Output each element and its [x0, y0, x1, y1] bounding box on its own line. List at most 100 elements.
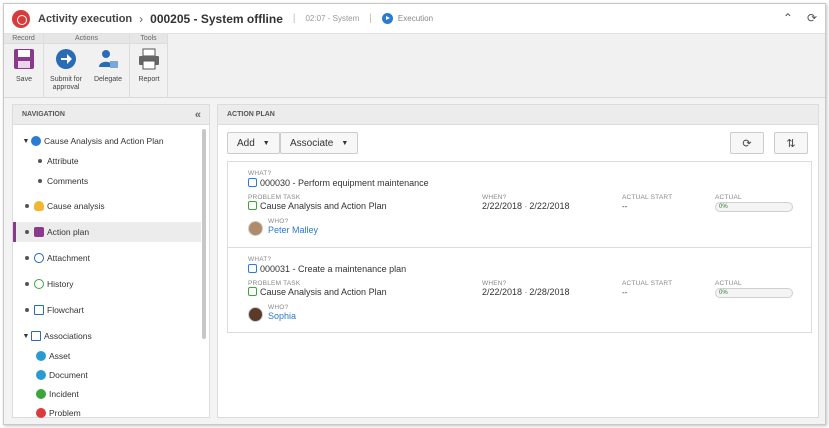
status-label: Execution [397, 14, 434, 23]
plan-what[interactable]: 000030 - Perform equipment maintenance [248, 178, 429, 188]
nav-item-action-plan[interactable]: Action plan [13, 222, 201, 242]
actual-start-label: ACTUAL START [622, 194, 673, 201]
nav-item-attribute[interactable]: Attribute [13, 151, 201, 171]
divider: | [292, 13, 296, 24]
nav-item-cause-analysis[interactable]: Cause analysis [13, 196, 201, 216]
chevron-down-icon: ▼ [341, 139, 349, 147]
ribbon-group-record: Record Save [4, 34, 44, 98]
date-separator: - [524, 290, 527, 297]
task-icon [248, 287, 257, 296]
delegate-button[interactable]: Delegate [88, 48, 128, 84]
plan-when: 2/22/2018 - 2/22/2018 [482, 201, 569, 211]
nav-item-cause-analysis-and-action-plan[interactable]: ▼ Cause Analysis and Action Plan [13, 131, 201, 151]
refresh-icon[interactable]: ⟳ [807, 11, 817, 25]
action-plan-header: ACTION PLAN [218, 105, 818, 125]
ribbon-group-actions: Actions Submit for approval Delegate [44, 34, 130, 98]
plan-problem-task-text: Cause Analysis and Action Plan [260, 201, 387, 211]
sort-button[interactable]: ⇅ [774, 132, 808, 154]
associate-button[interactable]: Associate ▼ [280, 132, 359, 154]
plan-actual-start: -- [622, 202, 628, 211]
plan-what[interactable]: 000031 - Create a maintenance plan [248, 264, 406, 274]
nav-item-asset[interactable]: Asset [13, 346, 201, 366]
plan-problem-task[interactable]: Cause Analysis and Action Plan [248, 201, 387, 211]
when-end: 2/28/2018 [529, 287, 570, 297]
actual-label: ACTUAL [715, 194, 742, 201]
nav-item-label: Incident [49, 389, 79, 399]
plan-who[interactable]: Peter Malley [268, 225, 318, 235]
associations-icon [31, 331, 41, 341]
ribbon-group-label: Record [4, 34, 43, 44]
action-plan-card[interactable]: WHAT? 000031 - Create a maintenance plan… [228, 247, 811, 332]
plan-type-icon [248, 178, 257, 187]
app-name: Activity execution [38, 12, 133, 25]
add-label: Add [237, 137, 255, 149]
avatar [248, 307, 263, 322]
bullet-icon [25, 230, 29, 234]
plan-type-icon [248, 264, 257, 273]
ribbon-group-label: Actions [44, 34, 129, 44]
collapse-left-icon[interactable]: « [195, 105, 201, 125]
expand-caret-icon[interactable]: ▼ [21, 333, 31, 340]
when-start: 2/22/2018 [482, 287, 523, 297]
collapse-up-icon[interactable]: ⌃ [783, 11, 793, 25]
action-plan-title: ACTION PLAN [227, 111, 275, 118]
app-window: Activity execution › 000205 - System off… [3, 3, 826, 425]
navigation-panel: NAVIGATION « ▼ Cause Analysis and Action… [12, 104, 210, 418]
expand-caret-icon[interactable]: ▼ [21, 138, 31, 145]
incident-icon [36, 389, 46, 399]
navigation-title: NAVIGATION [22, 111, 65, 118]
add-button[interactable]: Add ▼ [227, 132, 280, 154]
bullet-icon [25, 204, 29, 208]
nav-item-comments[interactable]: Comments [13, 171, 201, 191]
paperclip-icon [31, 250, 47, 266]
when-end: 2/22/2018 [529, 201, 570, 211]
date-separator: - [524, 204, 527, 211]
window-actions: ⌃ ⟳ [783, 11, 817, 25]
submit-label-line2: approval [52, 84, 80, 91]
bullet-icon [25, 282, 29, 286]
when-label: WHEN? [482, 280, 507, 287]
ribbon-toolbar: Record Save Actions Submit for approval [4, 34, 825, 98]
nav-item-associations[interactable]: ▼ Associations [13, 326, 201, 346]
nav-item-label: Flowchart [47, 305, 84, 315]
nav-item-attachment[interactable]: Attachment [13, 248, 201, 268]
lightbulb-icon [34, 201, 44, 211]
action-plan-list: WHAT? 000030 - Perform equipment mainten… [227, 161, 812, 333]
problem-task-label: PROBLEM TASK [248, 280, 301, 287]
app-logo-icon [12, 9, 30, 28]
plan-problem-task-text: Cause Analysis and Action Plan [260, 287, 387, 297]
plan-problem-task[interactable]: Cause Analysis and Action Plan [248, 287, 387, 297]
submit-for-approval-button[interactable]: Submit for approval [46, 48, 86, 92]
what-label: WHAT? [248, 170, 272, 177]
nav-item-incident[interactable]: Incident [13, 384, 201, 404]
history-clock-icon [34, 279, 44, 289]
avatar [248, 221, 263, 236]
navigation-header: NAVIGATION « [13, 105, 209, 125]
nav-item-label: Document [49, 370, 88, 380]
when-label: WHEN? [482, 194, 507, 201]
nav-item-problem[interactable]: Problem [13, 403, 201, 423]
plan-who[interactable]: Sophia [268, 311, 296, 321]
bullet-icon [38, 159, 42, 163]
nav-item-flowchart[interactable]: Flowchart [13, 300, 201, 320]
report-button[interactable]: Report [129, 48, 169, 84]
navigation-scrollbar[interactable] [202, 129, 206, 339]
plan-what-text: 000030 - Perform equipment maintenance [260, 178, 429, 188]
save-label: Save [16, 76, 32, 83]
refresh-button[interactable]: ⟳ [730, 132, 764, 154]
flowchart-icon [34, 305, 44, 315]
nav-item-history[interactable]: History [13, 274, 201, 294]
delegate-user-icon [99, 50, 118, 68]
nav-item-label: History [47, 279, 74, 289]
nav-item-document[interactable]: Document [13, 365, 201, 385]
who-label: WHO? [268, 218, 289, 225]
ribbon-group-tools: Tools Report [130, 34, 168, 98]
associate-label: Associate [290, 137, 334, 149]
save-button[interactable]: Save [4, 48, 44, 84]
task-icon [248, 201, 257, 210]
chevron-down-icon: ▼ [262, 139, 270, 147]
nav-item-label: Problem [49, 408, 81, 418]
bullet-icon [38, 179, 42, 183]
action-plan-card[interactable]: WHAT? 000030 - Perform equipment mainten… [228, 162, 811, 247]
divider: | [369, 13, 372, 24]
